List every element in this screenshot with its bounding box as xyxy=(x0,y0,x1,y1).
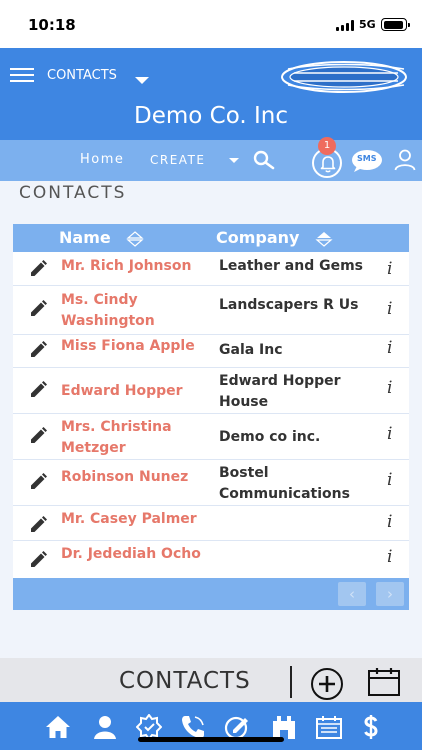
edit-pencil-icon[interactable] xyxy=(30,341,47,358)
dollar-icon[interactable] xyxy=(358,714,384,740)
status-time: 10:18 xyxy=(28,16,76,34)
info-icon[interactable]: i xyxy=(387,424,392,444)
calendar-icon[interactable] xyxy=(367,667,401,697)
calendar-list-icon[interactable] xyxy=(316,714,342,740)
table-row[interactable]: Miss Fiona Apple Gala Inc i xyxy=(13,335,409,368)
edit-pencil-icon[interactable] xyxy=(30,516,47,533)
info-icon[interactable]: i xyxy=(387,512,392,532)
search-icon[interactable] xyxy=(252,149,276,173)
table-row[interactable]: Mr. Casey Palmer i xyxy=(13,506,409,541)
nav-home-link[interactable]: Home xyxy=(80,152,124,167)
sms-label: SMS xyxy=(357,154,377,163)
section-title: CONTACTS xyxy=(19,183,127,203)
home-icon[interactable] xyxy=(45,714,71,740)
contact-name[interactable]: Robinson Nunez xyxy=(61,467,211,488)
contact-name[interactable]: Mrs. Christina Metzger xyxy=(61,417,186,459)
nav-bar: Home CREATE SMS xyxy=(0,140,422,181)
table-row[interactable]: Ms. Cindy Washington Landscapers R Us i xyxy=(13,286,409,335)
contact-name[interactable]: Mr. Casey Palmer xyxy=(61,509,211,530)
table-footer: ‹ › xyxy=(13,578,409,610)
bell-icon xyxy=(320,156,336,173)
info-icon[interactable]: i xyxy=(387,470,392,490)
info-icon[interactable]: i xyxy=(387,378,392,398)
contact-company: Demo co inc. xyxy=(219,429,321,445)
contact-name[interactable]: Miss Fiona Apple xyxy=(61,336,211,357)
status-bar: 10:18 5G xyxy=(0,0,422,48)
sort-company-icon[interactable] xyxy=(315,231,333,247)
user-profile-icon[interactable] xyxy=(394,149,416,171)
battery-icon xyxy=(381,18,410,31)
bottom-section: CONTACTS xyxy=(0,658,422,702)
info-icon[interactable]: i xyxy=(387,338,392,358)
column-header-name[interactable]: Name xyxy=(59,228,111,247)
edit-pencil-icon[interactable] xyxy=(30,300,47,317)
hamburger-menu-icon[interactable] xyxy=(10,68,34,82)
company-name: Demo Co. Inc xyxy=(133,103,288,129)
contact-company: Edward Hopper House xyxy=(219,373,341,410)
notification-count-badge: 1 xyxy=(318,137,336,155)
next-page-button[interactable]: › xyxy=(376,582,404,606)
contacts-screen: 10:18 5G CONTACTS Demo Co. Inc Home CREA… xyxy=(0,0,422,750)
tab-bar xyxy=(0,702,422,750)
edit-pencil-icon[interactable] xyxy=(30,551,47,568)
info-icon[interactable]: i xyxy=(387,259,392,279)
edit-pencil-icon[interactable] xyxy=(30,473,47,490)
bottom-title: CONTACTS xyxy=(119,668,251,694)
table-row[interactable]: Mrs. Christina Metzger Demo co inc. i xyxy=(13,414,409,460)
contacts-table: Name Company Mr. Rich Johnson Leather an… xyxy=(13,224,409,610)
contact-name[interactable]: Ms. Cindy Washington xyxy=(61,290,181,332)
column-header-company[interactable]: Company xyxy=(216,228,299,247)
home-indicator xyxy=(138,737,284,742)
divider xyxy=(290,666,292,698)
contact-name[interactable]: Mr. Rich Johnson xyxy=(61,256,211,277)
edit-pencil-icon[interactable] xyxy=(30,381,47,398)
info-icon[interactable]: i xyxy=(387,299,392,319)
signal-icon xyxy=(336,20,354,31)
contact-company: Leather and Gems xyxy=(219,258,364,274)
menu-title[interactable]: CONTACTS xyxy=(47,68,117,83)
sort-name-icon[interactable] xyxy=(126,231,144,247)
prev-page-button[interactable]: ‹ xyxy=(338,582,366,606)
contact-name[interactable]: Dr. Jedediah Ocho xyxy=(61,544,211,565)
person-icon[interactable] xyxy=(92,714,118,740)
table-row[interactable]: Dr. Jedediah Ocho i xyxy=(13,541,409,578)
table-row[interactable]: Mr. Rich Johnson Leather and Gems i xyxy=(13,252,409,286)
add-contact-icon[interactable] xyxy=(310,667,344,701)
network-label: 5G xyxy=(359,18,376,31)
edit-pencil-icon[interactable] xyxy=(30,427,47,444)
app-header: CONTACTS Demo Co. Inc xyxy=(0,48,422,140)
table-row[interactable]: Edward Hopper Edward Hopper House i xyxy=(13,368,409,414)
contact-company: Bostel Communications xyxy=(219,465,350,502)
contact-company: Landscapers R Us xyxy=(219,297,359,313)
caret-down-icon[interactable] xyxy=(135,77,149,84)
table-header: Name Company xyxy=(13,224,409,252)
contact-company: Gala Inc xyxy=(219,342,283,358)
bostel-logo xyxy=(281,61,407,93)
contact-name[interactable]: Edward Hopper xyxy=(61,381,211,402)
nav-create-menu[interactable]: CREATE xyxy=(150,153,206,167)
edit-pencil-icon[interactable] xyxy=(30,260,47,277)
table-row[interactable]: Robinson Nunez Bostel Communications i xyxy=(13,460,409,506)
info-icon[interactable]: i xyxy=(387,547,392,567)
create-caret-down-icon[interactable] xyxy=(229,158,239,163)
